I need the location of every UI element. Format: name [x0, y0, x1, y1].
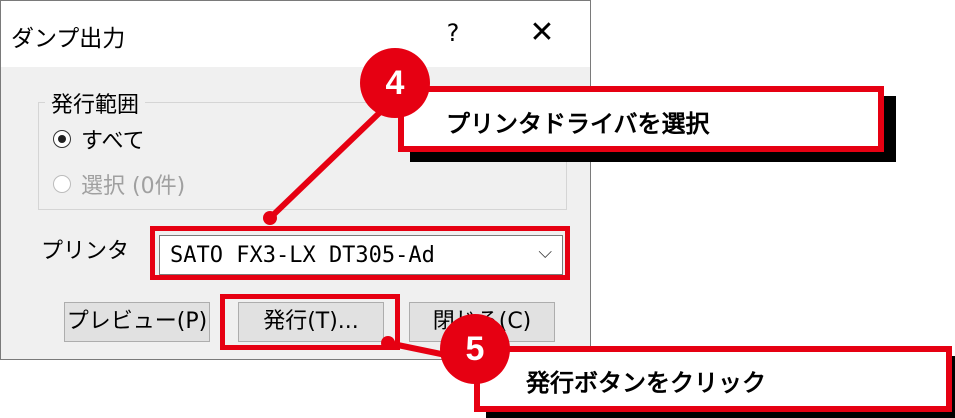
- step5-dot: [381, 336, 395, 350]
- step4-callout-text: プリンタドライバを選択: [446, 111, 710, 138]
- issue-button-highlight-box: [220, 294, 400, 350]
- step4-dot: [263, 211, 277, 225]
- printer-highlight-box: [150, 226, 570, 280]
- step5-badge: 5: [440, 314, 510, 384]
- step5-callout-text: 発行ボタンをクリック: [526, 370, 766, 397]
- step4-badge: 4: [360, 48, 430, 118]
